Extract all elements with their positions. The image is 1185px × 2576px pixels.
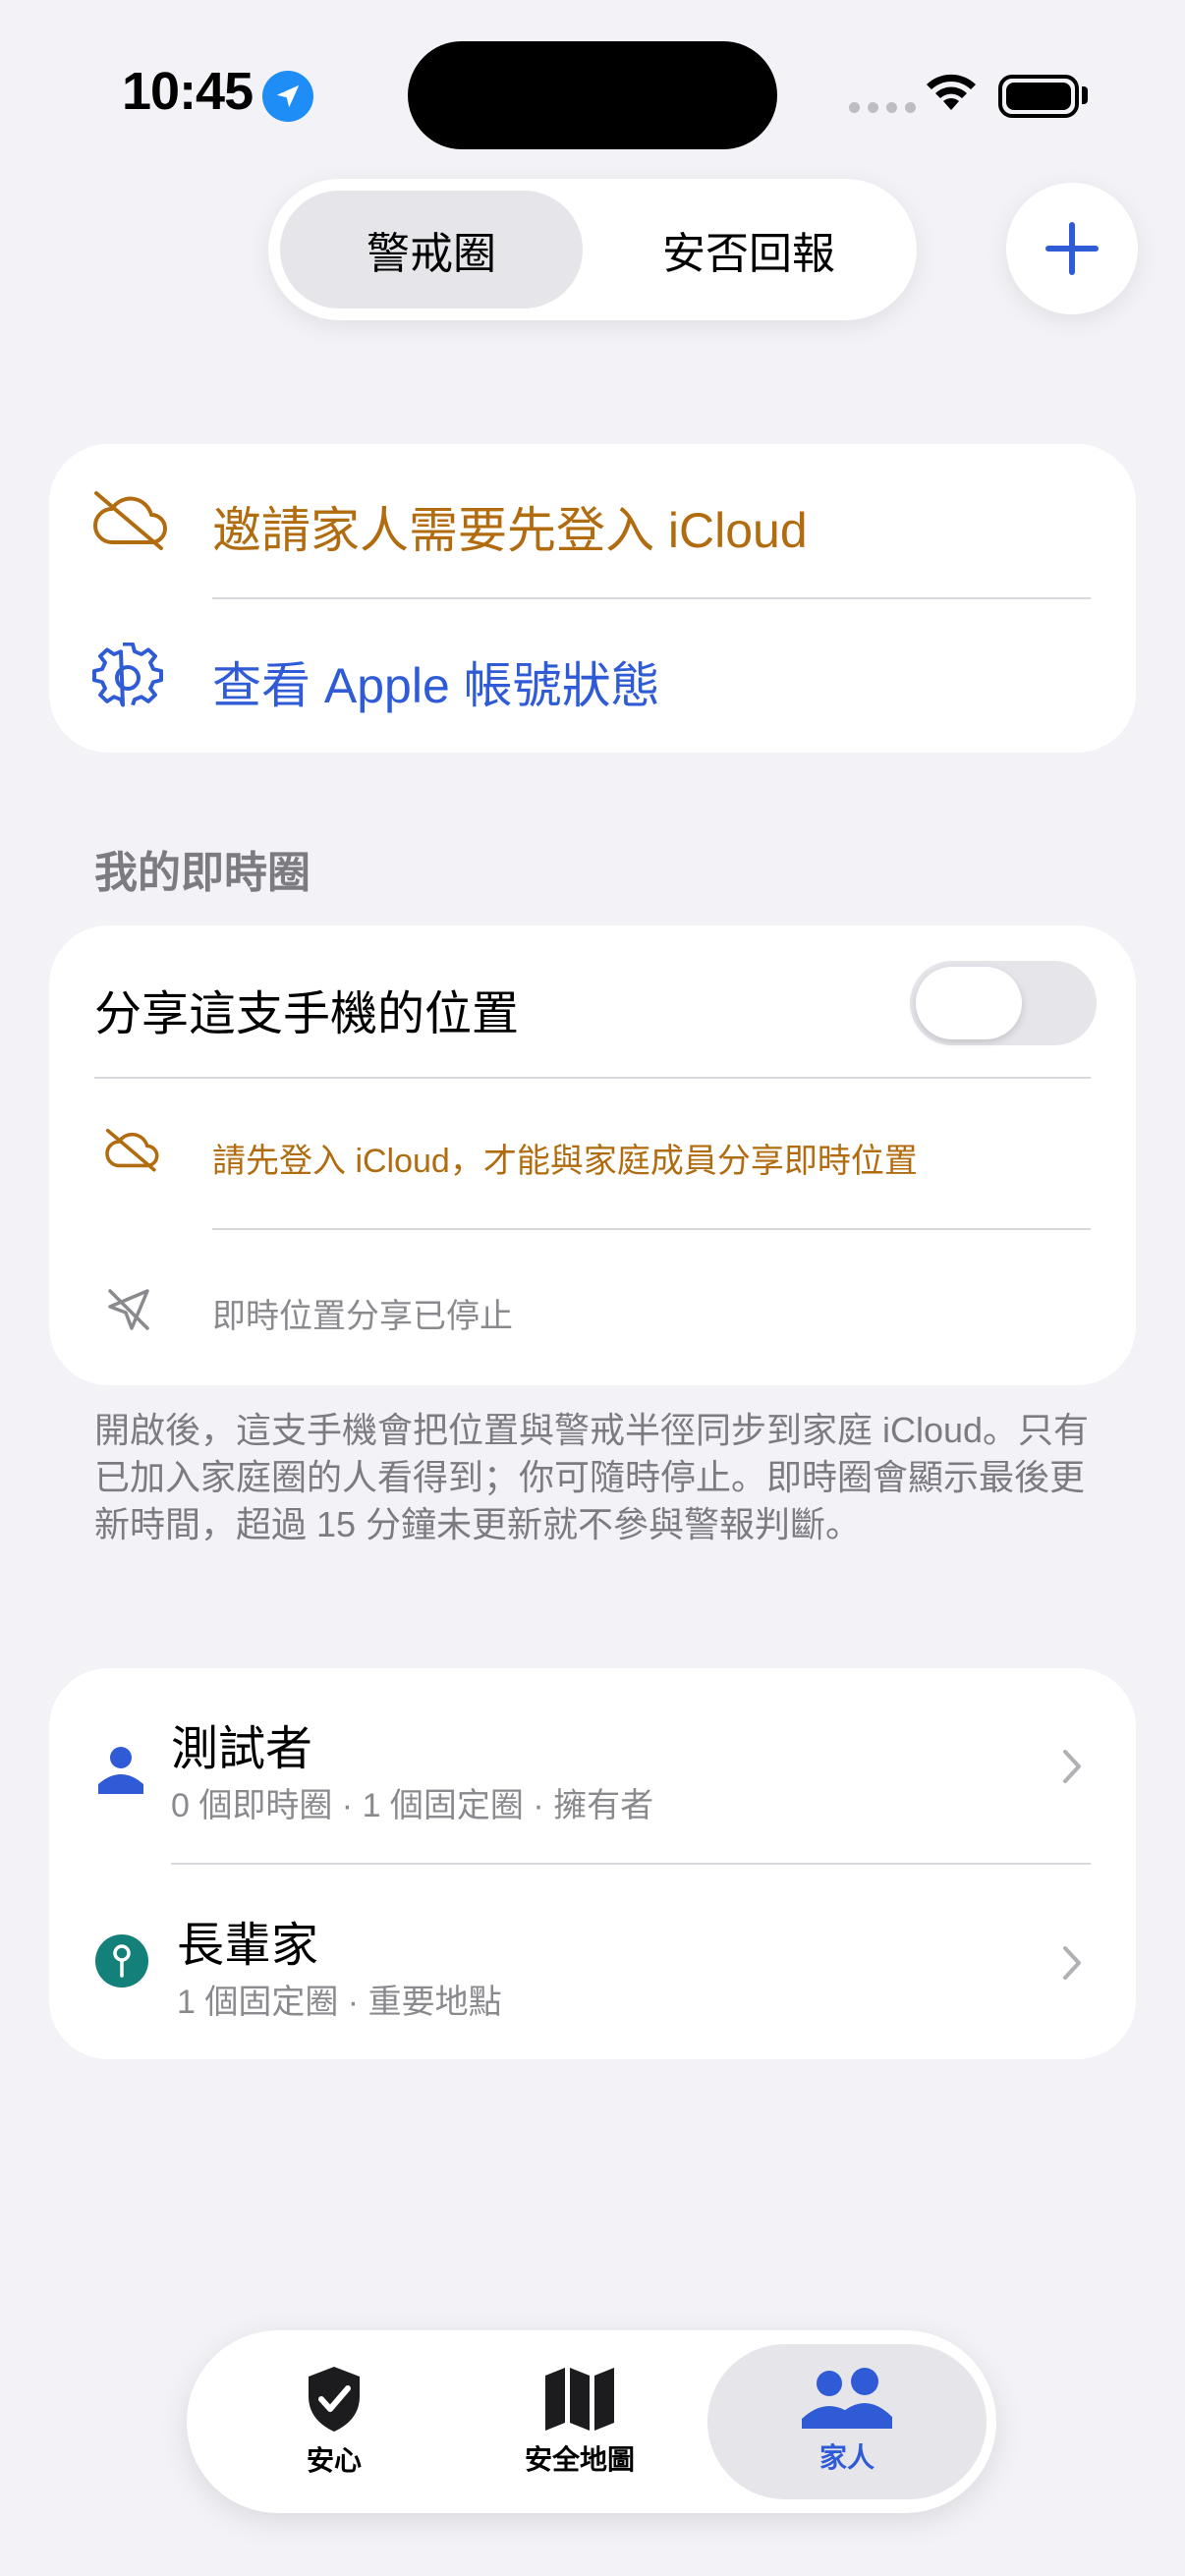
chevron-right-icon [1061,1945,1083,1986]
segment-alert-circle[interactable]: 警戒圈 [280,191,583,308]
map-icon [545,2368,614,2431]
people-icon [802,2368,892,2429]
list-item[interactable]: 測試者 0 個即時圈 · 1 個固定圈 · 擁有者 [49,1668,1136,1863]
add-button[interactable] [1006,183,1138,314]
people-card: 測試者 0 個即時圈 · 1 個固定圈 · 擁有者 長輩家 1 個固定圈 · 重… [49,1668,1136,2059]
chevron-right-icon [1061,1749,1083,1789]
section-header-live-circle: 我的即時圈 [94,849,310,897]
plus-icon [1045,222,1099,275]
family-screen: 10:45 警戒圈 安否回報 邀請家人需要先登入 iCloud 查看 Apple… [0,0,1185,2576]
tab-label: 安心 [306,2445,362,2476]
divider [94,1077,1091,1079]
tab-bar: 安心 安全地圖 家人 [187,2330,996,2513]
pin-icon [94,1933,149,1993]
list-item[interactable]: 長輩家 1 個固定圈 · 重要地點 [49,1865,1136,2059]
apple-account-label: 查看 Apple 帳號狀態 [212,658,660,713]
invite-family-label: 邀請家人需要先登入 iCloud [212,503,808,558]
icloud-required-notice: 請先登入 iCloud，才能與家庭成員分享即時位置 [212,1143,918,1180]
sharing-stopped-notice: 即時位置分享已停止 [212,1298,513,1335]
cellular-signal-icon [849,102,916,113]
shield-check-icon [309,2367,360,2432]
person-icon [98,1745,143,1799]
segment-safety-report[interactable]: 安否回報 [592,191,905,308]
cloud-slash-icon [88,487,171,557]
live-circle-footnote: 開啟後，這支手機會把位置與警戒半徑同步到家庭 iCloud。只有已加入家庭圈的人… [94,1410,1090,1544]
icloud-card: 邀請家人需要先登入 iCloud 查看 Apple 帳號狀態 [49,444,1136,753]
battery-icon [998,75,1079,118]
tab-label: 安全地圖 [524,2444,635,2475]
divider [212,1228,1091,1230]
tab-safety-map[interactable]: 安全地圖 [472,2330,688,2513]
gear-icon [92,642,163,718]
share-location-label: 分享這支手機的位置 [94,988,520,1040]
mode-segmented-control: 警戒圈 安否回報 [268,179,917,320]
tab-label: 家人 [818,2442,875,2473]
person-name: 測試者 [171,1723,313,1775]
place-name: 長輩家 [177,1920,319,1972]
person-detail: 0 個即時圈 · 1 個固定圈 · 擁有者 [171,1787,654,1824]
tab-family[interactable]: 家人 [737,2330,957,2513]
location-arrow-icon [262,71,313,122]
tab-peace-of-mind[interactable]: 安心 [226,2330,442,2513]
place-detail: 1 個固定圈 · 重要地點 [177,1984,502,2021]
status-time: 10:45 [122,62,254,121]
apple-account-row[interactable]: 查看 Apple 帳號狀態 [49,599,1136,753]
share-location-toggle[interactable] [910,961,1097,1045]
invite-family-row[interactable]: 邀請家人需要先登入 iCloud [49,444,1136,597]
battery-tip [1082,86,1088,104]
dynamic-island [408,41,777,149]
cloud-slash-icon [102,1126,161,1178]
wifi-icon [924,71,979,119]
location-slash-icon [104,1285,153,1339]
